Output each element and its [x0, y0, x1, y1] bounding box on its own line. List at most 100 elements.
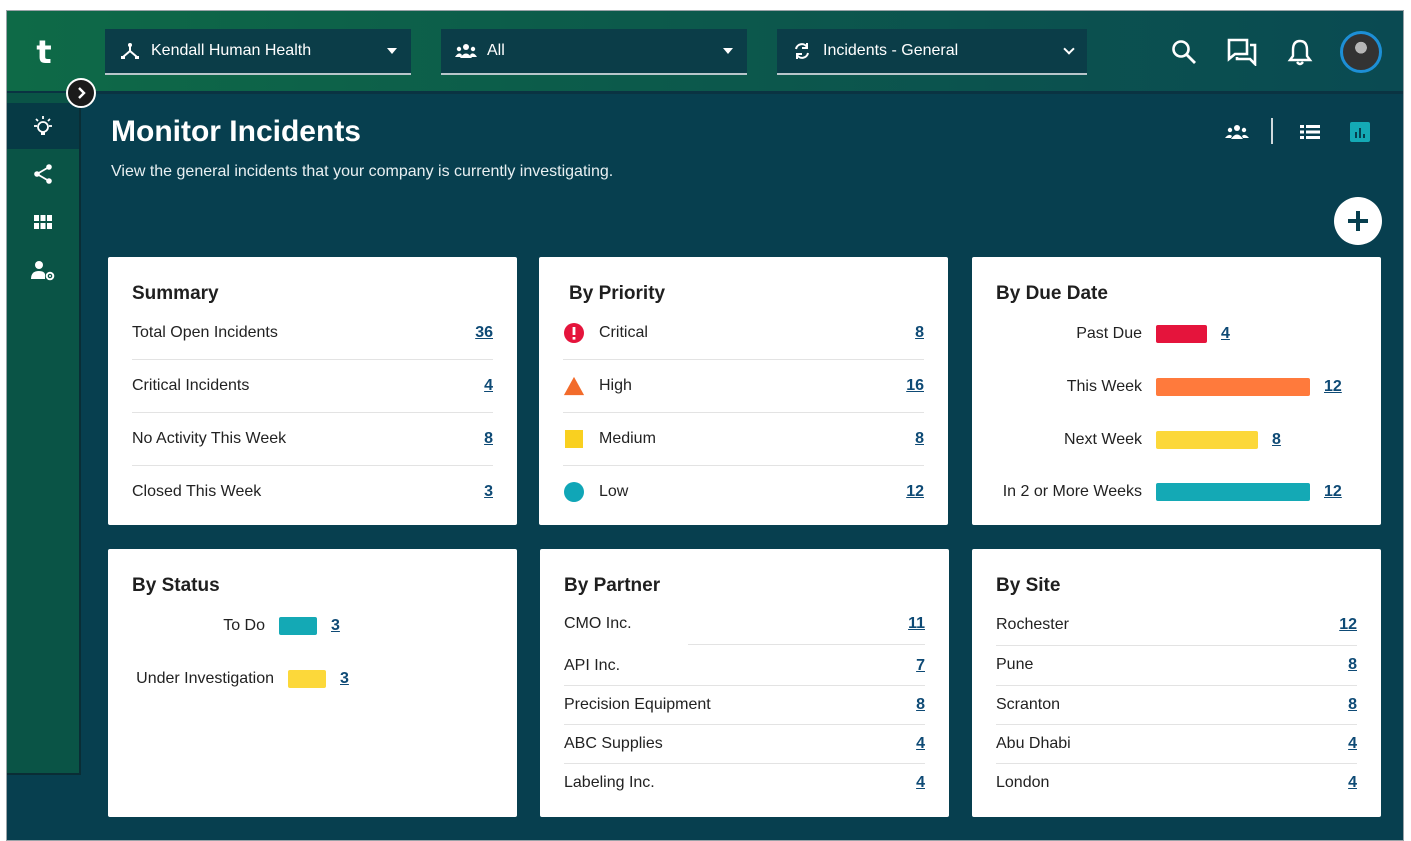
priority-label: Medium [599, 430, 656, 447]
due-date-count-link[interactable]: 12 [1324, 483, 1342, 501]
site-count-link[interactable]: 4 [1348, 774, 1357, 792]
list-item: No Activity This Week 8 [132, 413, 493, 465]
due-date-label: This Week [1066, 378, 1142, 395]
due-date-count-link[interactable]: 4 [1221, 325, 1230, 343]
site-count-link[interactable]: 12 [1339, 616, 1357, 634]
due-date-bar[interactable] [1156, 378, 1310, 396]
site-count-link[interactable]: 8 [1348, 656, 1357, 674]
sync-icon [791, 41, 813, 61]
group-select[interactable]: All [441, 29, 747, 75]
status-count-link[interactable]: 3 [331, 617, 340, 635]
by-due-date-card: By Due Date Past Due 4 This Week 12 Next… [972, 257, 1381, 525]
company-select-value: Kendall Human Health [151, 42, 312, 59]
by-site-title: By Site [996, 575, 1061, 596]
bell-icon[interactable] [1283, 35, 1317, 69]
status-bar[interactable] [288, 670, 326, 688]
by-partner-title: By Partner [564, 575, 661, 596]
priority-count-link[interactable]: 16 [906, 377, 924, 395]
company-select[interactable]: Kendall Human Health [105, 29, 411, 75]
status-bar-row: Under Investigation 3 [108, 664, 349, 694]
list-item: Rochester 12 [996, 606, 1357, 644]
due-date-count-link[interactable]: 12 [1324, 378, 1342, 396]
top-bar-divider [7, 91, 1403, 94]
caret-down-icon [723, 48, 733, 54]
site-label: London [996, 774, 1050, 791]
summary-count-link[interactable]: 4 [484, 377, 493, 395]
module-select[interactable]: Incidents - General [777, 29, 1087, 75]
list-item: Precision Equipment 8 [564, 686, 925, 724]
chart-view-icon[interactable] [1347, 121, 1373, 143]
site-label: Scranton [996, 696, 1061, 713]
priority-count-link[interactable]: 8 [915, 324, 924, 342]
add-incident-button[interactable] [1334, 197, 1382, 245]
lightbulb-icon[interactable] [7, 103, 79, 149]
status-bar[interactable] [279, 617, 317, 635]
critical-icon [563, 322, 585, 344]
list-item: Pune 8 [996, 646, 1357, 684]
list-item: CMO Inc. 11 [564, 604, 925, 644]
org-chart-icon [119, 41, 141, 61]
status-bar-row: To Do 3 [108, 611, 340, 641]
people-icon [455, 41, 477, 61]
search-icon[interactable] [1167, 35, 1201, 69]
status-label: Under Investigation [136, 670, 274, 687]
sidebar-expand-button[interactable] [66, 78, 96, 108]
due-date-count-link[interactable]: 8 [1272, 431, 1281, 449]
list-item: Low 12 [563, 466, 924, 518]
user-settings-icon[interactable] [7, 247, 79, 293]
list-view-icon[interactable] [1297, 121, 1323, 143]
partner-label: Labeling Inc. [564, 774, 655, 791]
people-view-icon[interactable] [1224, 121, 1250, 143]
status-count-link[interactable]: 3 [340, 670, 349, 688]
summary-card: Summary Total Open Incidents 36 Critical … [108, 257, 517, 525]
chat-icon[interactable] [1225, 35, 1259, 69]
summary-label: Closed This Week [132, 483, 262, 500]
summary-label: Total Open Incidents [132, 324, 278, 341]
square-icon [563, 428, 585, 450]
avatar[interactable] [1340, 31, 1382, 73]
page-subtitle: View the general incidents that your com… [111, 163, 614, 180]
list-item: Abu Dhabi 4 [996, 725, 1357, 763]
site-label: Pune [996, 656, 1034, 673]
by-priority-card: By Priority Critical 8 High 16 Medium 8 Low… [539, 257, 948, 525]
list-item: High 16 [563, 360, 924, 412]
due-date-bar-row: Next Week 8 [972, 425, 1281, 455]
summary-count-link[interactable]: 36 [475, 324, 493, 342]
partner-count-link[interactable]: 4 [916, 735, 925, 753]
due-date-label: In 2 or More Weeks [1002, 483, 1142, 500]
partner-count-link[interactable]: 4 [916, 774, 925, 792]
summary-count-link[interactable]: 8 [484, 430, 493, 448]
priority-label: Low [599, 483, 629, 500]
list-item: Medium 8 [563, 413, 924, 465]
due-date-label: Past Due [1076, 325, 1142, 342]
app-logo[interactable]: t [7, 11, 81, 93]
module-select-value: Incidents - General [823, 42, 959, 59]
list-item: Scranton 8 [996, 686, 1357, 724]
due-date-bar[interactable] [1156, 325, 1207, 343]
share-icon[interactable] [7, 151, 79, 197]
partner-label: CMO Inc. [564, 615, 632, 632]
priority-count-link[interactable]: 12 [906, 483, 924, 501]
summary-label: No Activity This Week [132, 430, 287, 447]
list-item: Total Open Incidents 36 [132, 307, 493, 359]
summary-count-link[interactable]: 3 [484, 483, 493, 501]
priority-label: Critical [599, 324, 648, 341]
partner-count-link[interactable]: 7 [916, 657, 925, 675]
summary-card-title: Summary [132, 283, 219, 304]
due-date-label: Next Week [1064, 431, 1142, 448]
grid-icon[interactable] [7, 199, 79, 245]
status-label: To Do [223, 617, 265, 634]
partner-count-link[interactable]: 11 [908, 615, 925, 633]
priority-count-link[interactable]: 8 [915, 430, 924, 448]
chevron-down-icon [1063, 43, 1075, 55]
list-item: API Inc. 7 [564, 647, 925, 685]
circle-icon [563, 481, 585, 503]
site-count-link[interactable]: 8 [1348, 696, 1357, 714]
summary-label: Critical Incidents [132, 377, 250, 394]
list-item: ABC Supplies 4 [564, 725, 925, 763]
partner-count-link[interactable]: 8 [916, 696, 925, 714]
site-count-link[interactable]: 4 [1348, 735, 1357, 753]
due-date-bar[interactable] [1156, 431, 1258, 449]
app-window: t Kendall Human Health All Incidents - G… [6, 10, 1404, 841]
due-date-bar[interactable] [1156, 483, 1310, 501]
